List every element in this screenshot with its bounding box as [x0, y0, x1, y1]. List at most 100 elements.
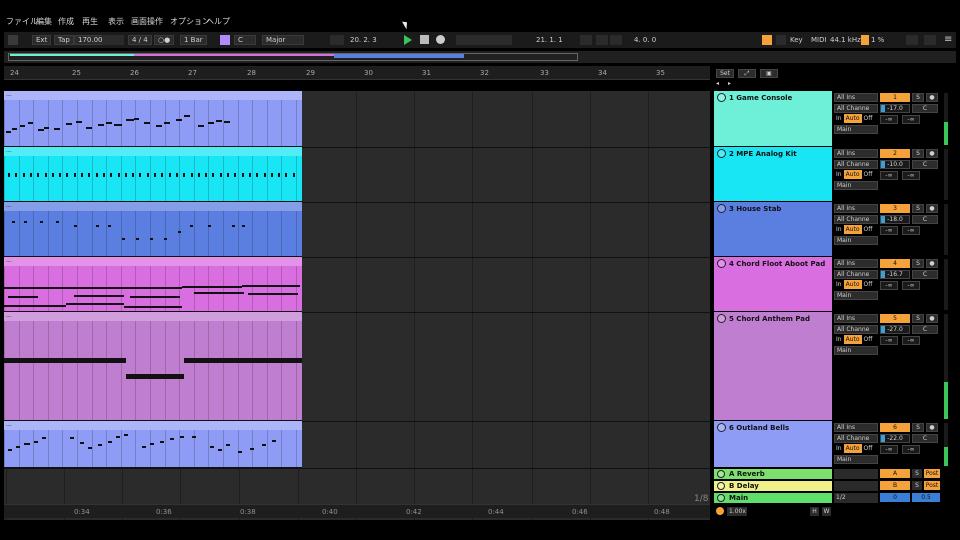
arrangement-overview[interactable] [4, 51, 956, 63]
track-header[interactable]: 5 Chord Anthem Pad [714, 312, 832, 420]
return-io[interactable] [834, 469, 878, 479]
monitor-in[interactable]: In [834, 444, 844, 453]
monitor-auto[interactable]: Auto [843, 225, 862, 234]
loop-length[interactable]: 4. 0. 0 [634, 35, 656, 45]
zoom-icon[interactable] [716, 507, 724, 515]
input-channel-select[interactable]: All Channe [834, 270, 878, 279]
arm-record-icon[interactable]: ● [926, 314, 938, 323]
punch-out-icon[interactable] [610, 35, 622, 45]
ext-sync-button[interactable]: Ext [32, 35, 52, 45]
monitor-switch[interactable]: In Auto Off [834, 280, 878, 289]
monitor-in[interactable]: In [834, 280, 844, 289]
track-fold-icon[interactable] [717, 470, 725, 478]
menu-playback[interactable]: 再生 [82, 16, 98, 27]
track-activator[interactable]: 2 [880, 149, 910, 158]
solo-button[interactable]: S [912, 259, 924, 268]
output-select[interactable]: Main [834, 455, 878, 464]
track-fold-icon[interactable] [717, 204, 726, 213]
solo-button[interactable]: S [912, 423, 924, 432]
song-position[interactable]: 20. 2. 3 [350, 35, 377, 45]
output-select[interactable]: Main [834, 346, 878, 355]
return-io[interactable]: 1/2 [834, 493, 878, 503]
monitor-auto[interactable]: Auto [843, 335, 862, 344]
return-io[interactable] [834, 481, 878, 491]
input-type-select[interactable]: All Ins [834, 314, 878, 323]
volume-field[interactable]: -16.7 [880, 270, 910, 279]
track-fold-icon[interactable] [717, 149, 726, 158]
input-channel-select[interactable]: All Channe [834, 325, 878, 334]
arm-record-icon[interactable]: ● [926, 423, 938, 432]
solo-button[interactable]: S [912, 469, 922, 478]
solo-button[interactable]: S [912, 93, 924, 102]
solo-button[interactable]: S [912, 204, 924, 213]
arrow-left-icon[interactable]: ◂ [716, 80, 724, 88]
return-activator[interactable]: A [880, 469, 910, 478]
monitor-auto[interactable]: Auto [843, 444, 862, 453]
record-options-icons[interactable] [456, 35, 512, 45]
input-type-select[interactable]: All Ins [834, 149, 878, 158]
menu-create[interactable]: 作成 [58, 16, 74, 27]
midi-clip[interactable]: ... [4, 257, 302, 312]
tempo-nudge-icon[interactable] [102, 35, 124, 45]
pan-field[interactable]: C [912, 434, 938, 443]
monitor-switch[interactable]: In Auto Off [834, 444, 878, 453]
input-type-select[interactable]: All Ins [834, 259, 878, 268]
send-b-field[interactable]: -∞ [902, 171, 920, 180]
monitor-auto[interactable]: Auto [843, 280, 862, 289]
track-header[interactable]: 4 Chord Floot Aboot Pad [714, 257, 832, 311]
stop-icon[interactable] [420, 35, 429, 44]
track-fold-icon[interactable] [717, 259, 726, 268]
play-icon[interactable] [404, 35, 412, 45]
menu-file[interactable]: ファイル [6, 16, 38, 27]
lock-icon[interactable]: ▣ [760, 69, 778, 78]
output-select[interactable]: Main [834, 236, 878, 245]
monitor-off[interactable]: Off [862, 114, 875, 123]
track-header[interactable]: 6 Outland Bells [714, 421, 832, 467]
send-a-field[interactable]: -∞ [880, 445, 898, 454]
monitor-in[interactable]: In [834, 170, 844, 179]
return-track-header[interactable]: A Reverb [714, 469, 832, 479]
send-b-field[interactable]: -∞ [902, 115, 920, 124]
track-name[interactable]: 5 Chord Anthem Pad [729, 315, 810, 323]
arrow-right-icon[interactable]: ▸ [728, 80, 736, 88]
midi-clip[interactable]: ... [4, 421, 302, 468]
midi-clip[interactable]: ... [4, 202, 302, 257]
arrangement-view[interactable]: .................. [4, 91, 710, 520]
follow-icon[interactable] [330, 35, 344, 45]
record-icon[interactable] [436, 35, 445, 44]
pan-field[interactable]: C [912, 104, 938, 113]
crossfader-value[interactable]: 0.5 [912, 493, 940, 502]
track-name[interactable]: 6 Outland Bells [729, 424, 789, 432]
output-select[interactable]: Main [834, 181, 878, 190]
pan-field[interactable]: C [912, 215, 938, 224]
menu-options[interactable]: オプション [170, 16, 210, 27]
return-track-header[interactable]: B Delay [714, 481, 832, 491]
scale-select[interactable]: Major [262, 35, 304, 45]
monitor-switch[interactable]: In Auto Off [834, 225, 878, 234]
track-name[interactable]: 1 Game Console [729, 94, 792, 102]
key-map-button[interactable]: Key [790, 35, 803, 45]
return-track-name[interactable]: A Reverb [729, 470, 765, 478]
link-icon[interactable] [8, 35, 18, 45]
monitor-off[interactable]: Off [862, 225, 875, 234]
send-a-field[interactable]: -∞ [880, 336, 898, 345]
track-activator[interactable]: 1 [880, 93, 910, 102]
track-activator[interactable]: 3 [880, 204, 910, 213]
scale-mode-icon[interactable] [220, 35, 230, 45]
clip-header[interactable]: ... [4, 312, 302, 321]
clip-header[interactable]: ... [4, 147, 302, 156]
track-activator[interactable]: 6 [880, 423, 910, 432]
return-track-name[interactable]: Main [729, 494, 748, 502]
monitor-switch[interactable]: In Auto Off [834, 335, 878, 344]
metronome-toggle[interactable]: ○● [154, 35, 175, 45]
solo-button[interactable]: S [912, 314, 924, 323]
clip-header[interactable]: ... [4, 257, 302, 266]
post-toggle[interactable]: Post [924, 469, 940, 478]
input-type-select[interactable]: All Ins [834, 423, 878, 432]
monitor-in[interactable]: In [834, 225, 844, 234]
monitor-auto[interactable]: Auto [843, 114, 862, 123]
track-fold-icon[interactable] [717, 494, 725, 502]
beat-ruler[interactable]: 24 25 26 27 28 29 30 31 32 33 34 35 [4, 66, 710, 80]
quantize-menu[interactable]: 1 Bar [180, 35, 207, 45]
clip-header[interactable]: ... [4, 91, 302, 100]
